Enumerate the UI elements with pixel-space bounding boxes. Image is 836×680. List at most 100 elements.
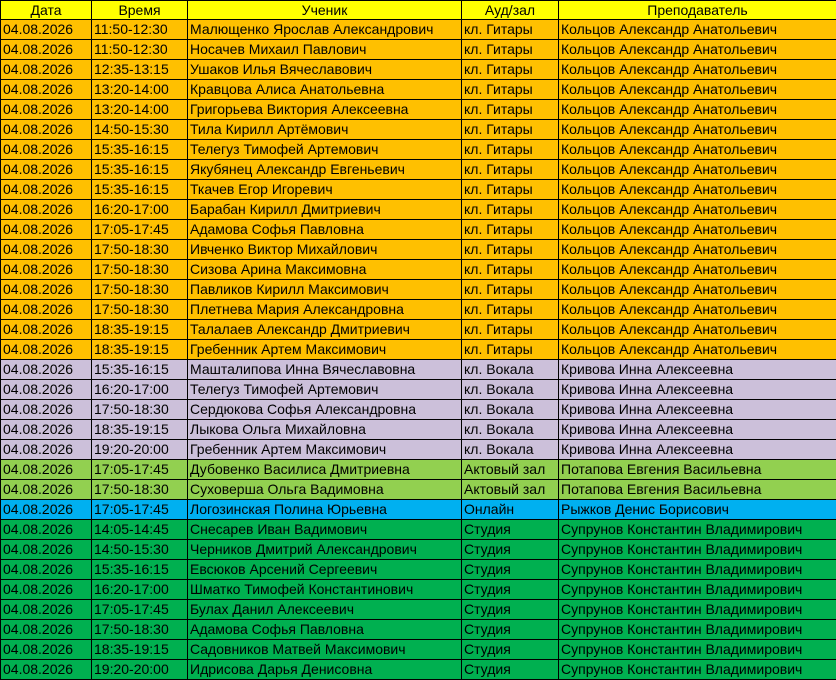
- cell-teacher: Кривова Инна Алексеевна: [559, 440, 836, 460]
- cell-student: Телегуз Тимофей Артемович: [188, 140, 462, 160]
- table-row: 04.08.202617:50-18:30Суховерша Ольга Вад…: [1, 480, 836, 500]
- table-row: 04.08.202617:50-18:30Плетнева Мария Алек…: [1, 300, 836, 320]
- table-row: 04.08.202614:05-14:45Снесарев Иван Вадим…: [1, 520, 836, 540]
- cell-date: 04.08.2026: [1, 620, 92, 640]
- cell-time: 16:20-17:00: [92, 200, 188, 220]
- cell-time: 16:20-17:00: [92, 380, 188, 400]
- cell-student: Шматко Тимофей Константинович: [188, 580, 462, 600]
- cell-date: 04.08.2026: [1, 520, 92, 540]
- cell-room: кл. Гитары: [462, 120, 559, 140]
- cell-student: Машталипова Инна Вячеславовна: [188, 360, 462, 380]
- cell-teacher: Супрунов Константин Владимирович: [559, 640, 836, 660]
- cell-student: Адамова Софья Павловна: [188, 220, 462, 240]
- cell-date: 04.08.2026: [1, 340, 92, 360]
- cell-student: Лыкова Ольга Михайловна: [188, 420, 462, 440]
- cell-time: 18:35-19:15: [92, 420, 188, 440]
- cell-date: 04.08.2026: [1, 320, 92, 340]
- cell-teacher: Кольцов Александр Анатольевич: [559, 280, 836, 300]
- table-row: 04.08.202612:35-13:15Ушаков Илья Вячесла…: [1, 60, 836, 80]
- cell-student: Кравцова Алиса Анатольевна: [188, 80, 462, 100]
- cell-room: кл. Вокала: [462, 400, 559, 420]
- table-row: 04.08.202613:20-14:00Кравцова Алиса Анат…: [1, 80, 836, 100]
- cell-time: 13:20-14:00: [92, 80, 188, 100]
- cell-room: кл. Гитары: [462, 280, 559, 300]
- cell-student: Сердюкова Софья Александровна: [188, 400, 462, 420]
- cell-room: кл. Гитары: [462, 20, 559, 40]
- cell-time: 17:05-17:45: [92, 600, 188, 620]
- cell-teacher: Кольцов Александр Анатольевич: [559, 340, 836, 360]
- table-row: 04.08.202615:35-16:15Ткачев Егор Игореви…: [1, 180, 836, 200]
- cell-room: Актовый зал: [462, 480, 559, 500]
- cell-date: 04.08.2026: [1, 160, 92, 180]
- cell-room: Студия: [462, 640, 559, 660]
- cell-room: Актовый зал: [462, 460, 559, 480]
- cell-date: 04.08.2026: [1, 560, 92, 580]
- table-row: 04.08.202617:05-17:45Дубовенко Василиса …: [1, 460, 836, 480]
- cell-time: 14:05-14:45: [92, 520, 188, 540]
- cell-date: 04.08.2026: [1, 100, 92, 120]
- cell-teacher: Кольцов Александр Анатольевич: [559, 120, 836, 140]
- cell-date: 04.08.2026: [1, 440, 92, 460]
- cell-teacher: Кольцов Александр Анатольевич: [559, 100, 836, 120]
- cell-student: Снесарев Иван Вадимович: [188, 520, 462, 540]
- cell-student: Гребенник Артем Максимович: [188, 340, 462, 360]
- cell-date: 04.08.2026: [1, 460, 92, 480]
- cell-time: 18:35-19:15: [92, 320, 188, 340]
- cell-time: 11:50-12:30: [92, 40, 188, 60]
- cell-date: 04.08.2026: [1, 500, 92, 520]
- table-row: 04.08.202617:50-18:30Павликов Кирилл Мак…: [1, 280, 836, 300]
- header-time: Время: [92, 1, 188, 20]
- cell-time: 12:35-13:15: [92, 60, 188, 80]
- cell-date: 04.08.2026: [1, 120, 92, 140]
- cell-time: 18:35-19:15: [92, 340, 188, 360]
- table-row: 04.08.202614:50-15:30Черников Дмитрий Ал…: [1, 540, 836, 560]
- cell-teacher: Кольцов Александр Анатольевич: [559, 160, 836, 180]
- header-row: Дата Время Ученик Ауд/зал Преподаватель: [1, 1, 836, 20]
- cell-date: 04.08.2026: [1, 400, 92, 420]
- header-room: Ауд/зал: [462, 1, 559, 20]
- table-row: 04.08.202617:05-17:45Логозинская Полина …: [1, 500, 836, 520]
- cell-teacher: Супрунов Константин Владимирович: [559, 580, 836, 600]
- table-row: 04.08.202618:35-19:15Талалаев Александр …: [1, 320, 836, 340]
- table-row: 04.08.202617:50-18:30Сизова Арина Максим…: [1, 260, 836, 280]
- cell-teacher: Кольцов Александр Анатольевич: [559, 60, 836, 80]
- cell-teacher: Кольцов Александр Анатольевич: [559, 200, 836, 220]
- cell-time: 16:20-17:00: [92, 580, 188, 600]
- cell-teacher: Рыжков Денис Борисович: [559, 500, 836, 520]
- cell-student: Сизова Арина Максимовна: [188, 260, 462, 280]
- cell-room: кл. Гитары: [462, 40, 559, 60]
- cell-room: кл. Гитары: [462, 60, 559, 80]
- header-student: Ученик: [188, 1, 462, 20]
- cell-teacher: Супрунов Константин Владимирович: [559, 540, 836, 560]
- cell-room: кл. Вокала: [462, 360, 559, 380]
- cell-time: 13:20-14:00: [92, 100, 188, 120]
- cell-student: Носачев Михаил Павлович: [188, 40, 462, 60]
- table-row: 04.08.202616:20-17:00Барабан Кирилл Дмит…: [1, 200, 836, 220]
- cell-student: Павликов Кирилл Максимович: [188, 280, 462, 300]
- cell-student: Якубянец Александр Евгеньевич: [188, 160, 462, 180]
- header-date: Дата: [1, 1, 92, 20]
- cell-date: 04.08.2026: [1, 540, 92, 560]
- cell-date: 04.08.2026: [1, 280, 92, 300]
- cell-student: Барабан Кирилл Дмитриевич: [188, 200, 462, 220]
- cell-time: 19:20-20:00: [92, 440, 188, 460]
- schedule-table: Дата Время Ученик Ауд/зал Преподаватель …: [0, 0, 836, 680]
- cell-time: 14:50-15:30: [92, 120, 188, 140]
- cell-room: Студия: [462, 540, 559, 560]
- cell-teacher: Кривова Инна Алексеевна: [559, 360, 836, 380]
- table-row: 04.08.202613:20-14:00Григорьева Виктория…: [1, 100, 836, 120]
- cell-room: кл. Вокала: [462, 420, 559, 440]
- cell-time: 17:05-17:45: [92, 500, 188, 520]
- cell-student: Талалаев Александр Дмитриевич: [188, 320, 462, 340]
- cell-room: кл. Гитары: [462, 200, 559, 220]
- cell-time: 17:50-18:30: [92, 240, 188, 260]
- cell-student: Григорьева Виктория Алексеевна: [188, 100, 462, 120]
- cell-date: 04.08.2026: [1, 580, 92, 600]
- cell-date: 04.08.2026: [1, 420, 92, 440]
- cell-room: кл. Гитары: [462, 180, 559, 200]
- cell-teacher: Кольцов Александр Анатольевич: [559, 80, 836, 100]
- cell-room: Студия: [462, 600, 559, 620]
- cell-student: Гребенник Артем Максимович: [188, 440, 462, 460]
- cell-date: 04.08.2026: [1, 360, 92, 380]
- cell-time: 15:35-16:15: [92, 360, 188, 380]
